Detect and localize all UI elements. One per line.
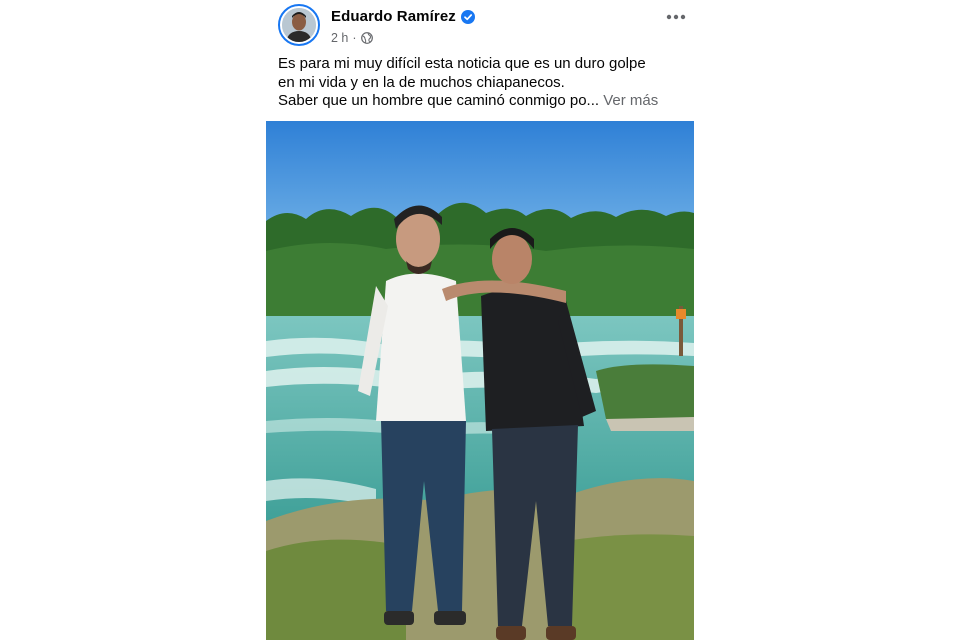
post-caption: Es para mi muy difícil esta noticia que … — [278, 55, 688, 111]
ellipsis-horizontal-icon — [666, 14, 686, 20]
more-options-button[interactable] — [662, 6, 690, 28]
avatar-image — [282, 8, 316, 42]
globe-icon[interactable] — [360, 32, 373, 44]
caption-line: Es para mi muy difícil esta noticia que … — [278, 55, 646, 72]
author-row: Eduardo Ramírez — [331, 8, 475, 25]
post-photo-image — [266, 121, 694, 640]
verified-badge-icon — [460, 9, 475, 24]
meta-separator: · — [352, 31, 357, 45]
post-meta: 2 h · — [331, 31, 373, 45]
post-photo[interactable] — [266, 121, 694, 640]
caption-line: Saber que un hombre que caminó conmigo p… — [278, 92, 600, 109]
author-avatar-ring[interactable] — [278, 4, 320, 46]
caption-line: en mi vida y en la de muchos chiapanecos… — [278, 73, 565, 91]
post-header: Eduardo Ramírez 2 h · — [278, 4, 694, 50]
see-more-link[interactable]: Ver más — [603, 92, 658, 109]
post-timestamp[interactable]: 2 h — [331, 31, 348, 45]
facebook-post: Eduardo Ramírez 2 h · Es para mi muy dif… — [266, 0, 694, 640]
author-name[interactable]: Eduardo Ramírez — [331, 8, 456, 25]
avatar[interactable] — [282, 8, 316, 42]
caption-line-last: Saber que un hombre que caminó conmigo p… — [278, 92, 688, 111]
